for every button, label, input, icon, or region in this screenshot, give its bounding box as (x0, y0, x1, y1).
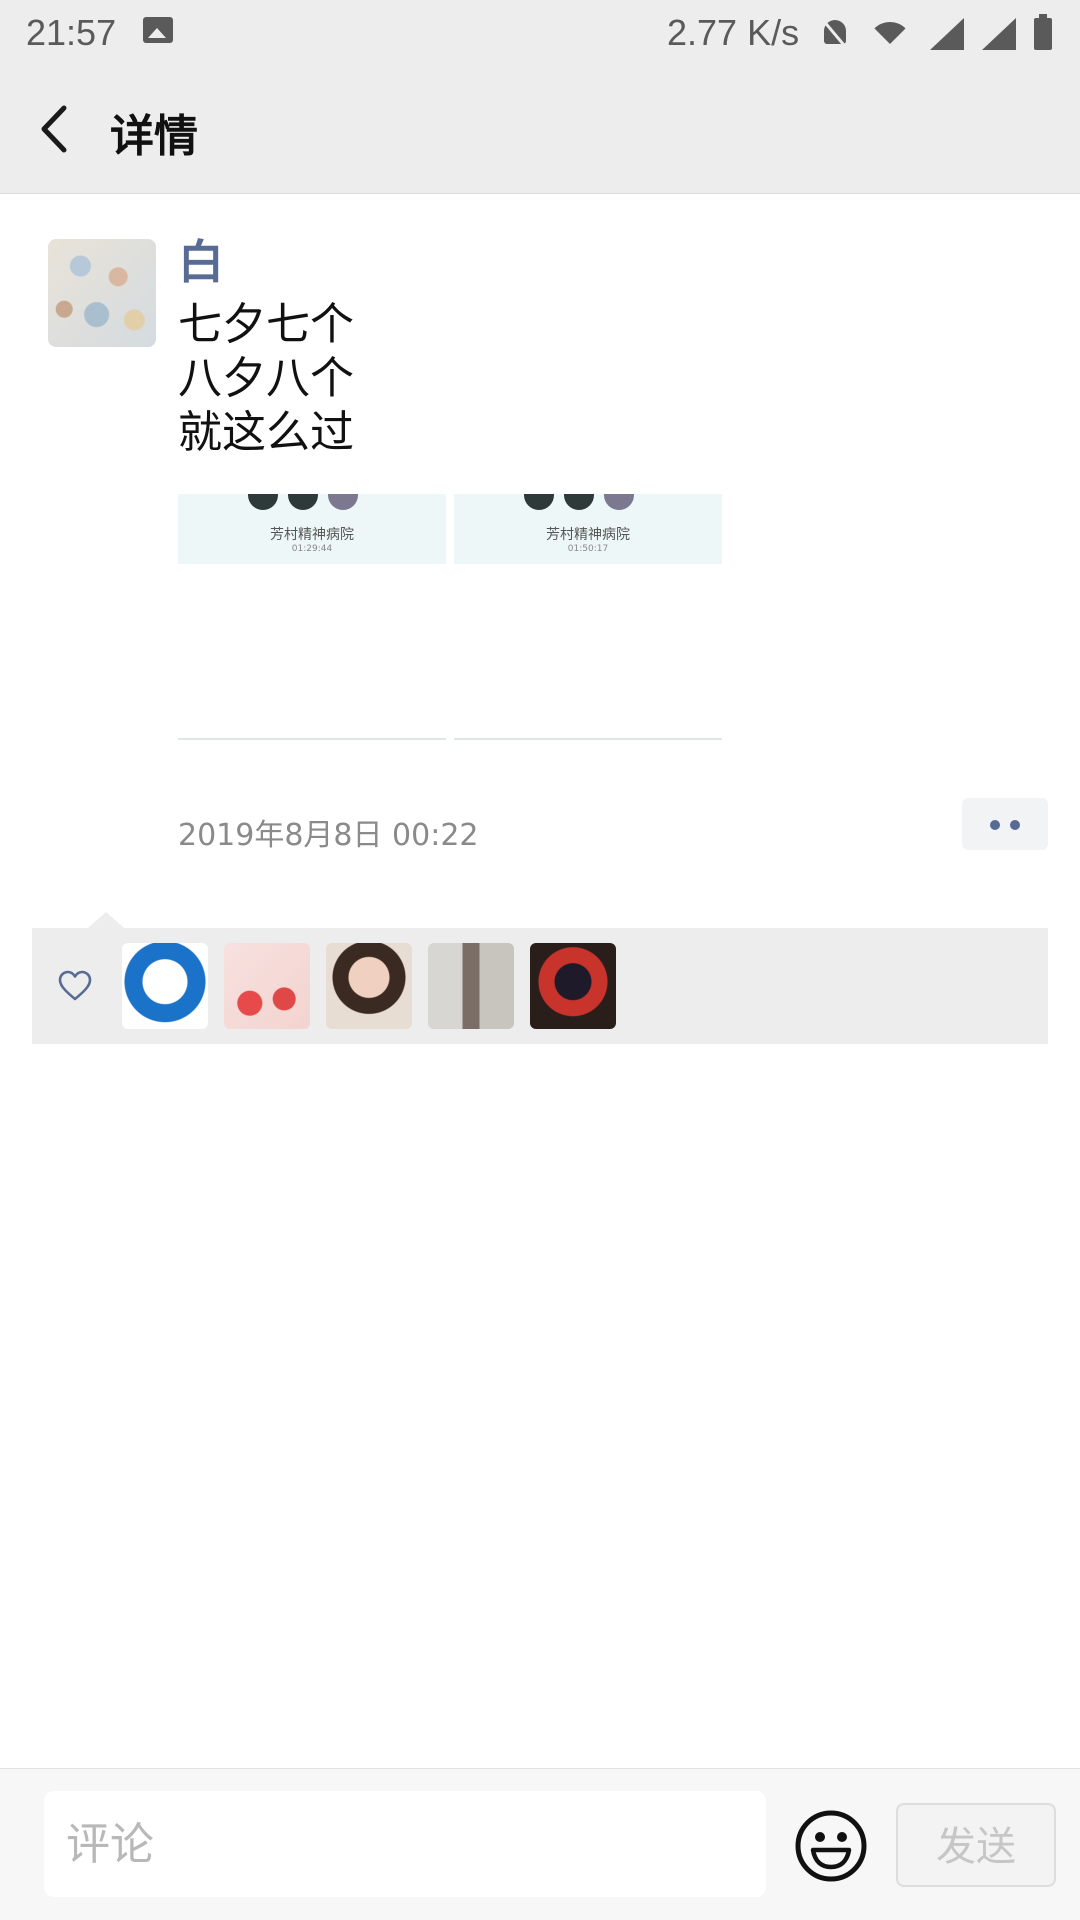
back-button[interactable] (30, 102, 80, 156)
post-image-avatars (524, 494, 634, 510)
like-avatar[interactable] (326, 943, 412, 1029)
post-image-time: 01:29:44 (291, 544, 333, 554)
status-bar: 21:57 2.77 K/s (0, 0, 1080, 64)
wifi-icon (868, 18, 912, 50)
battery-icon (1034, 14, 1052, 50)
comment-bar: 发送 (0, 1768, 1080, 1920)
status-time: 21:57 (26, 12, 117, 53)
like-avatar[interactable] (428, 943, 514, 1029)
author-name[interactable]: 白 (178, 226, 224, 292)
post-image-caption: 芳村精神病院 (270, 527, 354, 543)
image-icon (143, 17, 173, 43)
signal-icon (982, 18, 1016, 50)
bell-muted-icon (820, 18, 850, 50)
likes-arrow (88, 912, 124, 928)
post-image-caption: 芳村精神病院 (546, 527, 630, 543)
author-avatar[interactable] (48, 239, 156, 347)
like-avatar[interactable] (122, 943, 208, 1029)
post-text-line: 八夕八个 (178, 353, 354, 404)
back-arrow-icon (41, 105, 67, 153)
post-images: 芳村精神病院 01:29:44 芳村精神病院 01:50:17 (178, 494, 724, 744)
title-bar: 详情 (0, 64, 1080, 194)
post-image-time: 01:50:17 (567, 544, 609, 554)
post-text: 七夕七个 八夕八个 就这么过 (178, 298, 354, 460)
more-dots-icon[interactable] (962, 798, 1048, 850)
likes-panel (32, 912, 1048, 1044)
signal-icon (930, 18, 964, 50)
heart-icon (58, 970, 92, 1001)
post-image-avatars (248, 494, 358, 510)
network-speed: 2.77 K/s (667, 12, 800, 53)
emoji-icon[interactable] (794, 1809, 868, 1883)
divider (178, 738, 446, 740)
like-avatar[interactable] (224, 943, 310, 1029)
comment-input[interactable] (44, 1791, 766, 1897)
post-image[interactable]: 芳村精神病院 01:50:17 (454, 494, 722, 744)
post-date: 2019年8月8日 00:22 (178, 818, 479, 853)
status-icons (820, 14, 1052, 50)
send-button[interactable]: 发送 (896, 1803, 1056, 1887)
post-image[interactable]: 芳村精神病院 01:29:44 (178, 494, 446, 744)
like-avatar[interactable] (530, 943, 616, 1029)
like-avatars (122, 943, 616, 1029)
moments-detail-page: 21:57 2.77 K/s 详情 白 七夕七个 八夕八个 就这么过 芳村精神病 (0, 0, 1080, 1920)
post-text-line: 就这么过 (178, 407, 354, 458)
divider (454, 738, 722, 740)
post-text-line: 七夕七个 (178, 299, 354, 350)
page-title: 详情 (110, 111, 198, 162)
